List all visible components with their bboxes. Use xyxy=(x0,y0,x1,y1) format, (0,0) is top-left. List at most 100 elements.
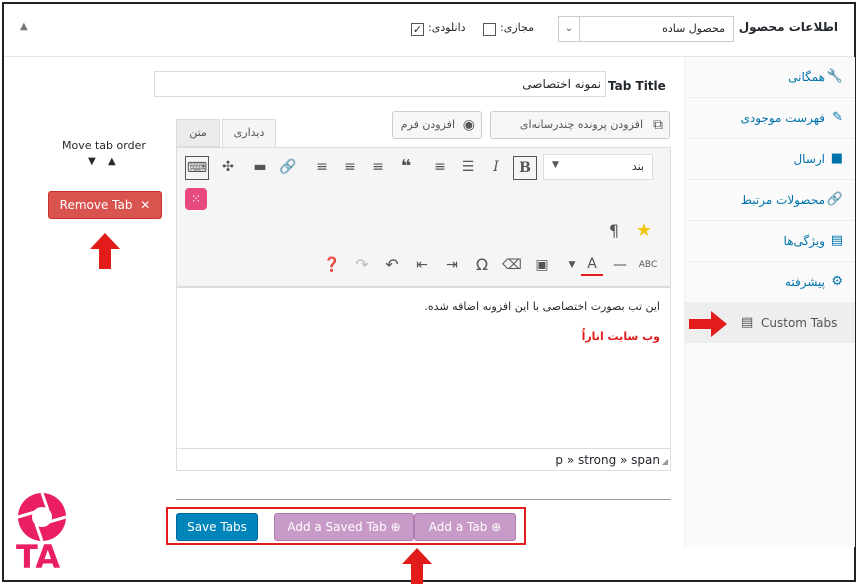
downloadable-checkbox[interactable]: ✓ xyxy=(411,23,424,36)
remove-tab-button[interactable]: Remove Tab ✕ xyxy=(48,191,162,219)
paste-text-icon[interactable]: ▣ xyxy=(531,254,553,276)
pointer-arrow-icon xyxy=(402,548,432,584)
tab-actions-group: Save Tabs Add a Saved Tab ⊕ Add a Tab ⊕ xyxy=(166,507,526,545)
special-char-icon[interactable]: Ω xyxy=(471,254,493,276)
sidebar-item-general[interactable]: 🔧 همگانی xyxy=(685,57,855,98)
tag-icon: ✎ xyxy=(832,110,843,125)
outdent-icon[interactable]: ⇤ xyxy=(411,254,433,276)
plus-circle-icon: ⊕ xyxy=(491,520,502,534)
add-form-label: افزودن فرم xyxy=(400,118,455,131)
resize-handle-icon[interactable]: ◢ xyxy=(662,457,668,466)
sidebar-item-label: پیشرفته xyxy=(784,275,825,289)
chevron-down-icon[interactable]: ▼ xyxy=(561,254,583,276)
site-logo: TA xyxy=(14,492,74,580)
sidebar-item-advanced[interactable]: ⚙ پیشرفته xyxy=(685,262,855,303)
product-type-value: محصول ساده xyxy=(662,22,725,35)
undo-icon[interactable]: ↶ xyxy=(381,254,403,276)
link-icon[interactable]: 🔗 xyxy=(277,156,299,178)
close-icon: ✕ xyxy=(140,198,151,212)
sidebar-item-custom-tabs[interactable]: ▤ Custom Tabs xyxy=(685,303,855,343)
list-icon: ▤ xyxy=(830,233,843,248)
product-data-panel: ▲ اطلاعات محصول — ⌄ محصول ساده مجازی: دا… xyxy=(2,2,856,584)
editor-body[interactable]: این تب بصورت اختصاصی با این افزونه اضافه… xyxy=(176,287,671,471)
sidebar-item-label: ویژگی‌ها xyxy=(783,234,825,248)
plugin-icon[interactable]: ⁙ xyxy=(185,188,207,210)
star-icon[interactable]: ★ xyxy=(633,220,655,242)
remove-tab-label: Remove Tab xyxy=(59,198,133,212)
sidebar-item-label: محصولات مرتبط xyxy=(740,193,825,207)
panel-header: ▲ اطلاعات محصول — ⌄ محصول ساده مجازی: دا… xyxy=(4,4,854,57)
sidebar-item-attributes[interactable]: ▤ ویژگی‌ها xyxy=(685,221,855,262)
italic-button[interactable]: I xyxy=(485,156,507,178)
virtual-label: مجازی: xyxy=(500,21,534,34)
sidebar-item-linked[interactable]: 🔗 محصولات مرتبط xyxy=(685,180,855,221)
sidebar-item-inventory[interactable]: ✎ فهرست موجودی xyxy=(685,98,855,139)
save-tabs-button[interactable]: Save Tabs xyxy=(176,513,258,541)
add-tab-button[interactable]: Add a Tab ⊕ xyxy=(414,513,516,541)
collapse-toggle-icon[interactable]: ▲ xyxy=(20,21,28,32)
move-tab-order-label: Move tab order xyxy=(62,139,146,152)
read-more-icon[interactable]: ▬ xyxy=(249,156,271,178)
element-path: p » strong » span xyxy=(555,453,660,467)
downloadable-label: دانلودی: xyxy=(428,21,466,34)
add-saved-tab-button[interactable]: Add a Saved Tab ⊕ xyxy=(274,513,414,541)
tab-title-label: Tab Title xyxy=(608,79,666,93)
logo-text: TA xyxy=(16,538,61,576)
wrench-icon: 🔧 xyxy=(826,69,843,84)
toolbar-toggle-icon[interactable]: ⌨ xyxy=(185,156,209,180)
move-down-icon[interactable]: ▼ xyxy=(88,156,96,167)
tab-title-value: نمونه اختصاصی xyxy=(522,77,601,91)
panel-title: اطلاعات محصول — xyxy=(722,20,838,34)
fullscreen-icon[interactable]: ✣ xyxy=(217,156,239,178)
sidebar-item-label: فهرست موجودی xyxy=(740,111,825,125)
plus-circle-icon: ⊕ xyxy=(390,520,401,534)
custom-tabs-panel: Tab Title نمونه اختصاصی ⧉ افزودن پرونده … xyxy=(4,57,684,547)
format-value: بند xyxy=(631,160,644,173)
sidebar-item-label: Custom Tabs xyxy=(761,316,838,330)
horizontal-line-icon[interactable]: — xyxy=(609,254,631,276)
aperture-logo-icon xyxy=(17,492,67,542)
tab-text[interactable]: متن xyxy=(176,119,220,147)
table-icon: ▤ xyxy=(741,315,754,330)
separator xyxy=(176,499,671,500)
add-media-label: افزودن پرونده چندرسانه‌ای xyxy=(519,118,643,131)
align-right-icon[interactable]: ≡ xyxy=(311,156,333,178)
format-select[interactable]: ▼ بند xyxy=(543,154,653,180)
help-icon[interactable]: ❓ xyxy=(321,254,343,276)
sidebar-item-label: ارسال xyxy=(793,152,825,166)
add-tab-label: Add a Tab xyxy=(428,520,488,534)
redo-icon[interactable]: ↷ xyxy=(351,254,373,276)
add-media-button[interactable]: ⧉ افزودن پرونده چندرسانه‌ای xyxy=(490,111,670,139)
virtual-checkbox[interactable] xyxy=(483,23,496,36)
bullet-list-icon[interactable]: ☰ xyxy=(457,156,479,178)
strikethrough-icon[interactable]: ABC xyxy=(637,254,659,276)
tab-visual[interactable]: دیداری xyxy=(222,119,276,147)
editor-text-line: این تب بصورت اختصاصی با این افزونه اضافه… xyxy=(424,300,660,313)
add-saved-tab-label: Add a Saved Tab xyxy=(287,520,387,534)
form-icon: ◉ xyxy=(462,117,475,133)
move-up-icon[interactable]: ▲ xyxy=(108,156,116,167)
product-data-tabs: 🔧 همگانی ✎ فهرست موجودی ■ ارسال 🔗 محصولات مر… xyxy=(684,57,855,547)
indent-icon[interactable]: ⇥ xyxy=(441,254,463,276)
chevron-down-icon: ▼ xyxy=(552,160,559,170)
product-type-select[interactable]: ⌄ محصول ساده xyxy=(558,16,734,42)
chevron-down-icon: ⌄ xyxy=(559,17,580,41)
editor-toolbar: ▼ بند B I ☰ ≡ ❝ ≡ ≡ ≡ 🔗 ▬ ✣ ⌨ ⁙ ★ ¶ ABC … xyxy=(176,147,671,287)
blockquote-icon[interactable]: ❝ xyxy=(395,156,417,178)
text-color-icon[interactable]: A xyxy=(581,254,603,276)
align-left-icon[interactable]: ≡ xyxy=(367,156,389,178)
media-icon: ⧉ xyxy=(653,117,663,133)
editor-text-link: وب سایت اناراُ xyxy=(581,330,660,343)
editor-statusbar: p » strong » span ◢ xyxy=(177,448,670,470)
sidebar-item-shipping[interactable]: ■ ارسال xyxy=(685,139,855,180)
align-center-icon[interactable]: ≡ xyxy=(339,156,361,178)
numbered-list-icon[interactable]: ≡ xyxy=(429,156,451,178)
pointer-arrow-icon xyxy=(689,311,727,337)
tab-title-input[interactable]: نمونه اختصاصی xyxy=(154,71,606,97)
clear-format-icon[interactable]: ⌫ xyxy=(501,254,523,276)
add-form-button[interactable]: ◉ افزودن فرم xyxy=(392,111,482,139)
truck-icon: ■ xyxy=(830,151,843,166)
bold-button[interactable]: B xyxy=(513,156,537,180)
paragraph-icon[interactable]: ¶ xyxy=(603,220,625,242)
sidebar-item-label: همگانی xyxy=(788,70,825,84)
